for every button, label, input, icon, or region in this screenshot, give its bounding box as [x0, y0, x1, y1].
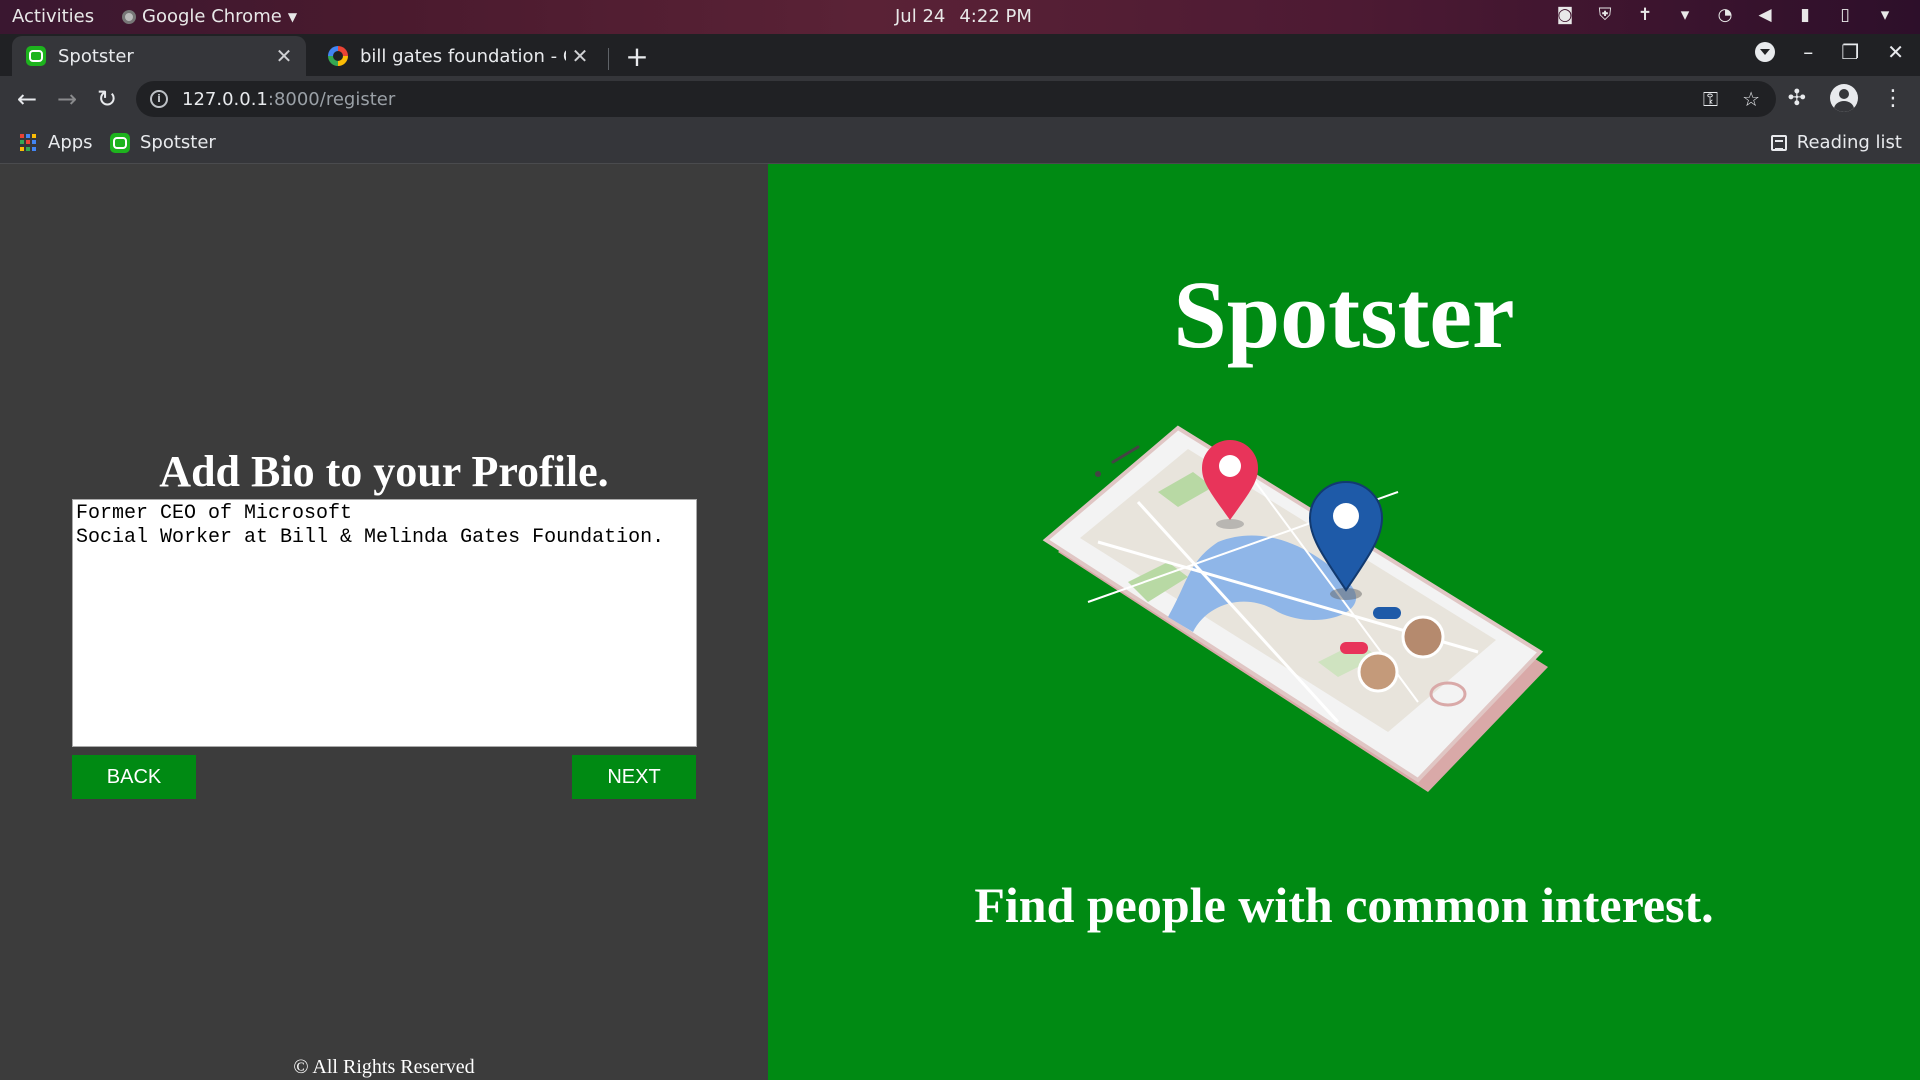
tab-strip: Spotster ✕ bill gates foundation - Googl… — [0, 34, 1920, 76]
shield-icon[interactable]: ⛨ — [1594, 5, 1616, 25]
reading-list-icon — [1770, 134, 1787, 151]
key-icon[interactable]: ⚿ — [1703, 87, 1718, 111]
tab-title: bill gates foundation - Google Search — [360, 45, 566, 67]
caret-down-icon: ▼ — [287, 9, 298, 24]
bookmark-apps[interactable]: Apps — [20, 132, 93, 153]
toolbar-actions: ✣ ⋮ — [1788, 84, 1904, 112]
reading-list-button[interactable]: Reading list — [1770, 132, 1902, 153]
browser-toolbar: ← → ↻ i 127.0.0.1 :8000/register ⚿ ☆ ✣ ⋮ — [0, 76, 1920, 122]
activities-button[interactable]: Activities — [12, 6, 94, 27]
url-host: 127.0.0.1 — [182, 88, 268, 110]
reading-list-label: Reading list — [1796, 132, 1902, 153]
app-menu-label: Google Chrome — [142, 6, 282, 27]
back-button[interactable]: BACK — [72, 755, 196, 799]
clock-time: 4:22 PM — [959, 6, 1032, 27]
url-path: :8000/register — [267, 88, 396, 110]
battery-icon[interactable]: ▯ — [1834, 5, 1856, 25]
tab-search-icon[interactable] — [1755, 42, 1776, 62]
system-tray[interactable]: ◙ ⛨ ✝ ▾ ◔ ◀ ▮ ▯ ▾ — [1554, 5, 1896, 25]
forward-arrow-icon[interactable]: → — [52, 84, 82, 114]
bookmarks-bar: Apps Spotster Reading list — [0, 122, 1920, 164]
bookmark-star-icon[interactable]: ☆ — [1742, 87, 1760, 111]
restore-icon[interactable]: ❐ — [1841, 40, 1859, 64]
close-tab-icon[interactable]: ✕ — [566, 44, 594, 68]
chrome-menu-icon[interactable]: ⋮ — [1882, 86, 1904, 111]
phone-map-illustration — [1042, 425, 1548, 792]
dropdown-icon[interactable]: ▾ — [1674, 5, 1696, 25]
tab-title: Spotster — [58, 45, 134, 67]
apps-grid-icon — [20, 133, 38, 152]
spotster-favicon-icon — [26, 46, 46, 66]
bio-heading: Add Bio to your Profile. — [159, 447, 609, 496]
tagline: Find people with common interest. — [974, 877, 1714, 933]
profile-avatar-icon[interactable] — [1830, 84, 1858, 112]
next-button[interactable]: NEXT — [572, 755, 696, 799]
app-menu[interactable]: Google Chrome ▼ — [122, 6, 297, 27]
close-window-icon[interactable]: ✕ — [1887, 40, 1904, 64]
tab-spotster[interactable]: Spotster ✕ — [12, 36, 306, 76]
clock-date: Jul 24 — [895, 6, 946, 27]
hero-panel: Spotster Find people with common interes… — [768, 164, 1920, 1080]
footer-copyright: © All Rights Reserved — [293, 1056, 475, 1078]
discord-icon[interactable]: ◙ — [1554, 5, 1576, 25]
clock[interactable]: Jul 24 4:22 PM — [895, 6, 1032, 27]
page-content: Add Bio to your Profile. BACK NEXT © All… — [0, 164, 1920, 1080]
reload-icon[interactable]: ↻ — [92, 84, 122, 114]
back-arrow-icon[interactable]: ← — [12, 84, 42, 114]
omnibox-actions: ⚿ ☆ — [1703, 87, 1760, 111]
chrome-icon — [122, 9, 136, 24]
google-favicon-icon — [328, 46, 348, 66]
bio-textarea[interactable] — [72, 499, 697, 747]
bookmark-spotster[interactable]: Spotster — [110, 132, 216, 153]
tab-divider — [608, 48, 609, 70]
microphone-icon[interactable]: ▮ — [1794, 5, 1816, 25]
spotster-favicon-icon — [110, 132, 130, 153]
wifi-icon[interactable]: ◔ — [1714, 5, 1736, 25]
window-controls: – ❐ ✕ — [1755, 40, 1904, 64]
new-tab-button[interactable]: + — [622, 40, 652, 73]
volume-icon[interactable]: ◀ — [1754, 5, 1776, 25]
address-bar[interactable]: i 127.0.0.1 :8000/register ⚿ ☆ — [136, 81, 1776, 117]
bookmark-spotster-label: Spotster — [140, 132, 216, 153]
extensions-puzzle-icon[interactable]: ✣ — [1788, 86, 1806, 111]
system-top-bar: Activities Google Chrome ▼ Jul 24 4:22 P… — [0, 0, 1920, 34]
tab-google-search[interactable]: bill gates foundation - Google Search ✕ — [314, 36, 602, 76]
site-info-icon[interactable]: i — [150, 90, 168, 108]
bookmark-apps-label: Apps — [48, 132, 93, 153]
minimize-icon[interactable]: – — [1803, 40, 1813, 64]
accessibility-icon[interactable]: ✝ — [1634, 5, 1656, 25]
close-tab-icon[interactable]: ✕ — [270, 44, 298, 68]
brand-title: Spotster — [1173, 261, 1515, 368]
power-menu-icon[interactable]: ▾ — [1874, 5, 1896, 25]
phone-icon — [1042, 425, 1548, 792]
bio-panel: Add Bio to your Profile. BACK NEXT © All… — [0, 164, 768, 1080]
